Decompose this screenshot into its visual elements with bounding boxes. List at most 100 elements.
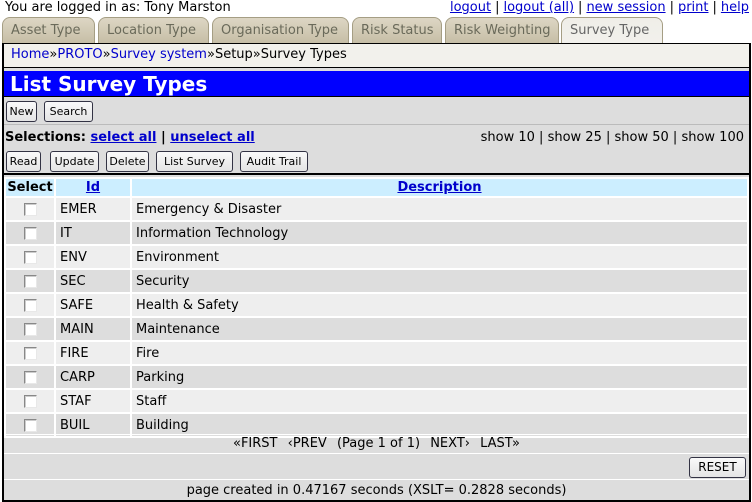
select-cell: [6, 270, 54, 292]
reset-button[interactable]: RESET: [689, 457, 746, 478]
next-page-link[interactable]: NEXT›: [430, 436, 470, 451]
breadcrumb-survey-types: Survey Types: [260, 47, 347, 62]
reset-bar: RESET: [4, 455, 749, 480]
id-cell: SEC: [56, 270, 130, 292]
select-cell: [6, 198, 54, 220]
description-cell: Maintenance: [132, 318, 747, 340]
table-row[interactable]: ENV Environment: [6, 246, 747, 268]
survey-types-table: Select Id Description EMER Emergency & Di…: [4, 177, 749, 438]
separator: |: [578, 0, 583, 15]
separator: |: [712, 0, 717, 15]
breadcrumb-survey-system[interactable]: Survey system: [111, 47, 207, 62]
row-checkbox[interactable]: [23, 322, 37, 336]
table-row[interactable]: SEC Security: [6, 270, 747, 292]
select-all-link[interactable]: select all: [90, 130, 156, 145]
row-checkbox[interactable]: [23, 250, 37, 264]
select-cell: [6, 390, 54, 412]
login-status: You are logged in as: Tony Marston: [5, 0, 231, 15]
id-cell: ENV: [56, 246, 130, 268]
main-panel: List Survey Types New Search Selections:…: [2, 68, 751, 502]
tab-bar: Asset Type Location Type Organisation Ty…: [2, 17, 752, 44]
sort-by-id-link[interactable]: Id: [86, 180, 100, 195]
breadcrumb-separator: »: [102, 47, 111, 62]
show-25-link[interactable]: show 25: [548, 130, 602, 145]
table-row[interactable]: BUIL Building: [6, 414, 747, 436]
logout-link[interactable]: logout: [450, 0, 491, 15]
table-row[interactable]: IT Information Technology: [6, 222, 747, 244]
row-checkbox[interactable]: [23, 346, 37, 360]
tab-risk-status[interactable]: Risk Status: [352, 17, 442, 43]
unselect-all-link[interactable]: unselect all: [170, 130, 254, 145]
first-page-link[interactable]: «FIRST: [233, 436, 278, 451]
audit-trail-button[interactable]: Audit Trail: [240, 151, 308, 172]
row-checkbox[interactable]: [23, 370, 37, 384]
tab-location-type[interactable]: Location Type: [98, 17, 209, 43]
search-button[interactable]: Search: [44, 101, 93, 122]
breadcrumb: Home»PROTO»Survey system»Setup»Survey Ty…: [2, 43, 751, 68]
id-cell: MAIN: [56, 318, 130, 340]
table-row[interactable]: CARP Parking: [6, 366, 747, 388]
description-cell: Security: [132, 270, 747, 292]
row-checkbox[interactable]: [23, 394, 37, 408]
description-cell: Parking: [132, 366, 747, 388]
update-button[interactable]: Update: [50, 151, 99, 172]
sort-by-description-link[interactable]: Description: [397, 180, 481, 195]
page-info: (Page 1 of 1): [336, 436, 421, 451]
row-checkbox[interactable]: [23, 226, 37, 240]
page-timing: page created in 0.47167 seconds (XSLT= 0…: [186, 483, 567, 498]
breadcrumb-home[interactable]: Home: [11, 47, 49, 62]
row-checkbox[interactable]: [23, 274, 37, 288]
separator: |: [495, 0, 500, 15]
table-row[interactable]: STAF Staff: [6, 390, 747, 412]
description-cell: Information Technology: [132, 222, 747, 244]
select-cell: [6, 294, 54, 316]
new-session-link[interactable]: new session: [586, 0, 665, 15]
delete-button[interactable]: Delete: [106, 151, 149, 172]
description-cell: Fire: [132, 342, 747, 364]
table-row[interactable]: SAFE Health & Safety: [6, 294, 747, 316]
id-cell: IT: [56, 222, 130, 244]
row-checkbox[interactable]: [23, 202, 37, 216]
prev-page-link[interactable]: ‹PREV: [288, 436, 327, 451]
new-button[interactable]: New: [6, 101, 37, 122]
separator: |: [669, 0, 674, 15]
id-cell: EMER: [56, 198, 130, 220]
list-survey-button[interactable]: List Survey: [156, 151, 233, 172]
table-row[interactable]: FIRE Fire: [6, 342, 747, 364]
help-link[interactable]: help: [721, 0, 749, 15]
description-cell: Emergency & Disaster: [132, 198, 747, 220]
last-page-link[interactable]: LAST»: [480, 436, 520, 451]
read-button[interactable]: Read: [6, 151, 41, 172]
description-cell: Health & Safety: [132, 294, 747, 316]
breadcrumb-separator: »: [206, 47, 215, 62]
breadcrumb-proto[interactable]: PROTO: [57, 47, 102, 62]
tab-organisation-type[interactable]: Organisation Type: [212, 17, 349, 43]
id-column-header: Id: [56, 179, 130, 196]
select-cell: [6, 414, 54, 436]
toolbar: New Search: [4, 98, 749, 125]
row-checkbox[interactable]: [23, 418, 37, 432]
show-10-link[interactable]: show 10: [481, 130, 535, 145]
page-title: List Survey Types: [4, 71, 749, 97]
row-checkbox[interactable]: [23, 298, 37, 312]
description-cell: Environment: [132, 246, 747, 268]
description-column-header: Description: [132, 179, 747, 196]
top-bar: You are logged in as: Tony Marston logou…: [0, 0, 752, 16]
description-cell: Staff: [132, 390, 747, 412]
tab-asset-type[interactable]: Asset Type: [2, 17, 95, 43]
tab-survey-type[interactable]: Survey Type: [561, 17, 663, 44]
table-row[interactable]: EMER Emergency & Disaster: [6, 198, 747, 220]
id-cell: STAF: [56, 390, 130, 412]
show-50-link[interactable]: show 50: [615, 130, 669, 145]
logout-all-link[interactable]: logout (all): [503, 0, 574, 15]
id-cell: CARP: [56, 366, 130, 388]
show-100-link[interactable]: show 100: [681, 130, 744, 145]
tab-risk-weighting[interactable]: Risk Weighting: [445, 17, 559, 43]
select-cell: [6, 366, 54, 388]
select-column-header: Select: [6, 179, 54, 196]
print-link[interactable]: print: [678, 0, 709, 15]
session-links: logout | logout (all) | new session | print | he…: [450, 0, 749, 15]
select-cell: [6, 342, 54, 364]
table-row[interactable]: MAIN Maintenance: [6, 318, 747, 340]
id-cell: SAFE: [56, 294, 130, 316]
